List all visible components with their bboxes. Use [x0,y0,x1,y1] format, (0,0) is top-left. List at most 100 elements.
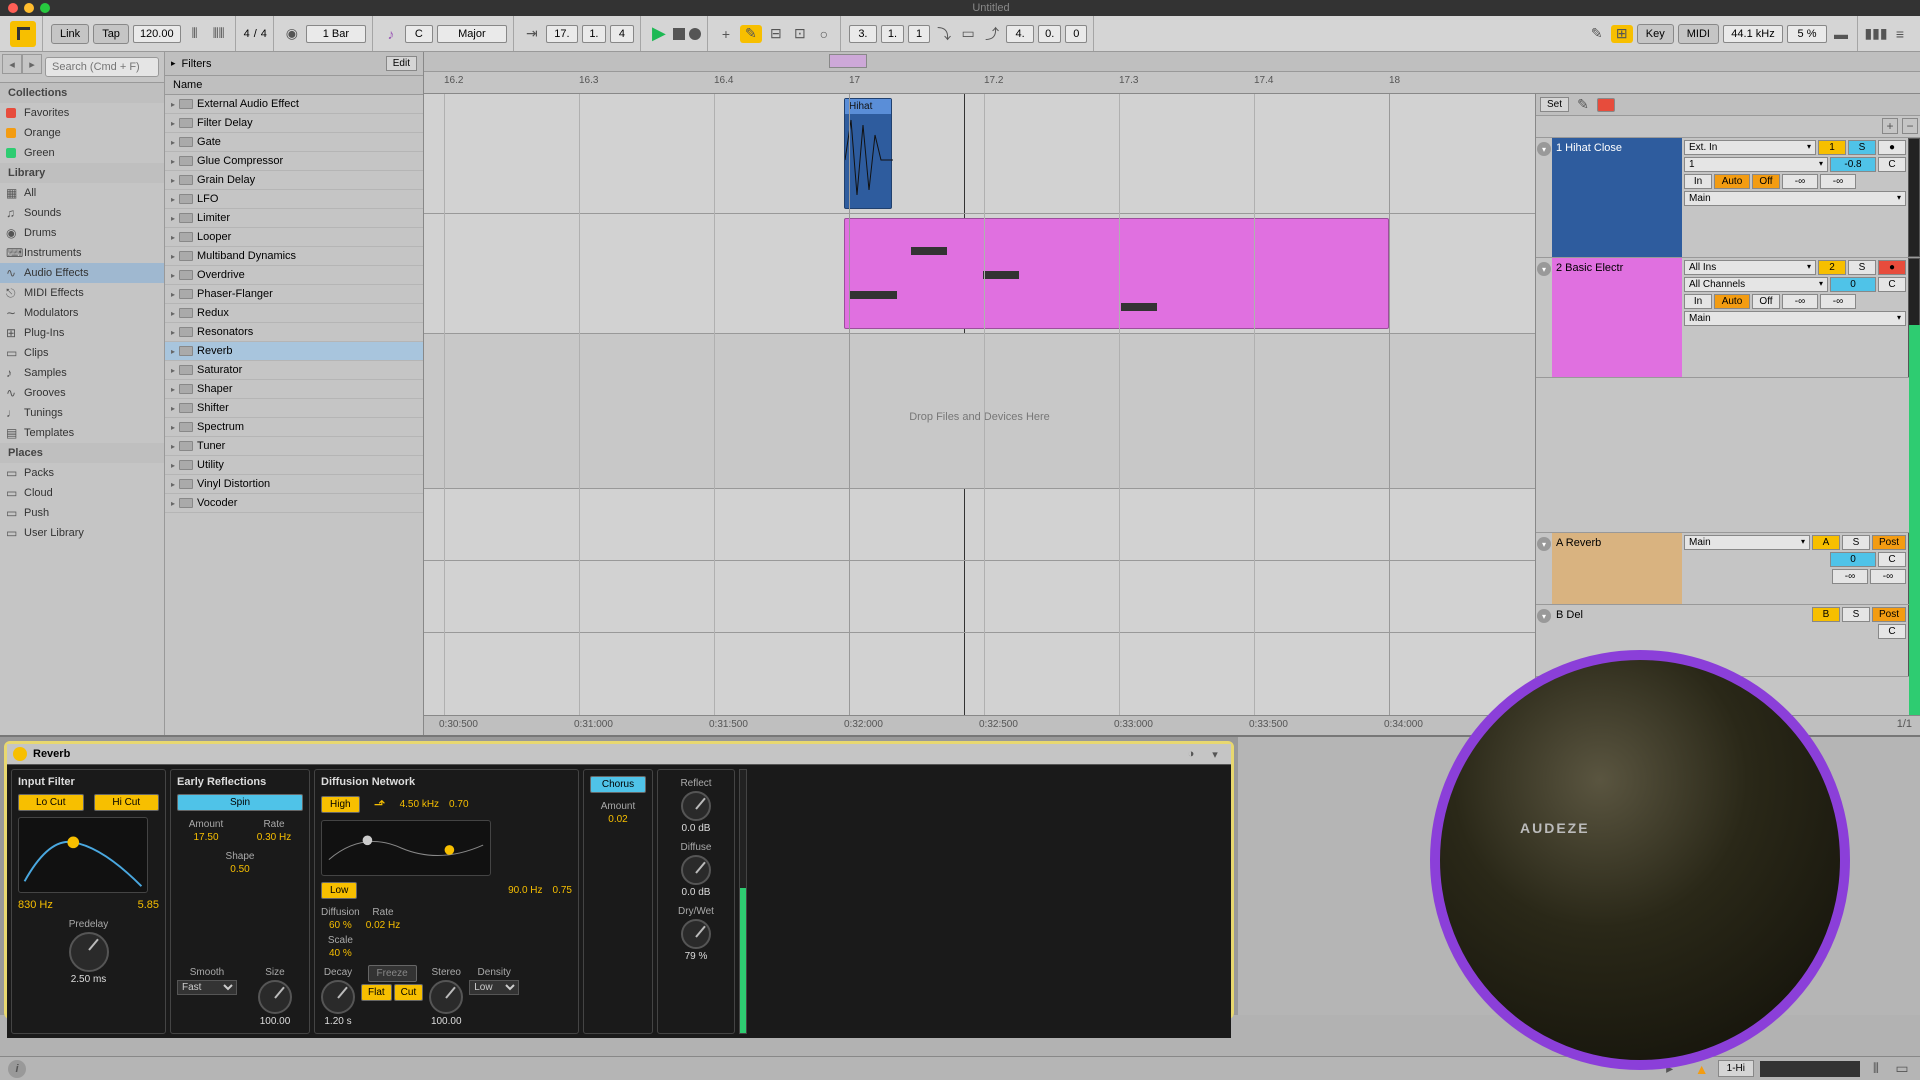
low-gain[interactable]: 0.75 [553,885,572,896]
smooth-select[interactable]: Fast [177,980,237,995]
overdub-icon[interactable]: + [716,24,736,44]
device-gate[interactable]: ▸Gate [165,133,423,152]
vol-value[interactable]: 0 [1830,277,1876,292]
drop-zone[interactable]: Drop Files and Devices Here [424,334,1535,489]
size-knob[interactable] [258,980,292,1014]
send-b[interactable]: -∞ [1820,174,1856,189]
monitor-auto[interactable]: Auto [1714,174,1750,189]
sample-rate[interactable]: 44.1 kHz [1723,25,1783,43]
pan-c[interactable]: C [1878,624,1906,639]
device-multiband-dynamics[interactable]: ▸Multiband Dynamics [165,247,423,266]
pencil-icon[interactable]: ✎ [1587,24,1607,44]
device-filter-delay[interactable]: ▸Filter Delay [165,114,423,133]
loop-start-bar[interactable]: 3. [849,25,877,43]
library-item-clips[interactable]: ▭Clips [0,343,164,363]
collection-favorites[interactable]: Favorites [0,103,164,123]
vol-value[interactable]: -0.8 [1830,157,1876,172]
session-rec-icon[interactable]: ⊡ [790,24,810,44]
er-amount-value[interactable]: 17.50 [193,832,218,843]
browser-fwd-icon[interactable]: ▸ [22,54,42,74]
track-header-1[interactable]: ▾ 1 Hihat Close Ext. In1S● 1-0.8C InAuto… [1536,138,1920,258]
save-preset-icon[interactable]: ▾ [1205,744,1225,764]
track-letter[interactable]: B [1812,607,1840,622]
device-grain-delay[interactable]: ▸Grain Delay [165,171,423,190]
return-header-a[interactable]: ▾ A Reverb MainASPost 0C -∞-∞ [1536,533,1920,605]
post-button[interactable]: Post [1872,535,1906,550]
midi-clip-bass[interactable] [844,218,1389,329]
loop-region[interactable] [829,54,867,68]
loop-icon[interactable]: ○ [814,24,834,44]
input-channel[interactable]: All Channels [1684,277,1828,292]
device-tuner[interactable]: ▸Tuner [165,437,423,456]
filter-graph[interactable] [18,817,148,893]
place-item-packs[interactable]: ▭Packs [0,463,164,483]
clip-overview[interactable] [1760,1061,1860,1077]
high-shelf-toggle[interactable]: High [321,796,360,813]
chorus-toggle[interactable]: Chorus [590,776,646,793]
shape-value[interactable]: 0.50 [230,864,249,875]
monitor-auto[interactable]: Auto [1714,294,1750,309]
follow-icon[interactable]: ⇥ [522,24,542,44]
solo-button[interactable]: S [1848,260,1876,275]
stereo-knob[interactable] [429,980,463,1014]
density-select[interactable]: Low [469,980,519,995]
arrange-view-icon[interactable]: ≡ [1890,24,1910,44]
device-phaser-flanger[interactable]: ▸Phaser-Flanger [165,285,423,304]
session-view-icon[interactable]: ▮▮▮ [1866,24,1886,44]
device-shaper[interactable]: ▸Shaper [165,380,423,399]
tap-button[interactable]: Tap [93,24,129,44]
send-a[interactable]: -∞ [1782,294,1818,309]
drywet-knob[interactable] [681,919,711,949]
pan-c[interactable]: C [1878,277,1906,292]
global-rec-button[interactable] [1597,98,1615,112]
er-rate-value[interactable]: 0.30 Hz [257,832,291,843]
pan-c[interactable]: C [1878,157,1906,172]
decay-knob[interactable] [321,980,355,1014]
track-name[interactable]: A Reverb [1556,537,1678,549]
library-item-plug-ins[interactable]: ⊞Plug-Ins [0,323,164,343]
fold-button[interactable]: ▾ [1537,262,1551,276]
name-column-header[interactable]: Name [165,76,423,95]
tempo-field[interactable]: 120.00 [133,25,181,43]
fold-button[interactable]: ▾ [1537,537,1551,551]
library-item-sounds[interactable]: ♫Sounds [0,203,164,223]
high-gain[interactable]: 0.70 [449,799,468,810]
spin-toggle[interactable]: Spin [177,794,303,811]
device-utility[interactable]: ▸Utility [165,456,423,475]
device-glue-compressor[interactable]: ▸Glue Compressor [165,152,423,171]
send-a[interactable]: -∞ [1832,569,1868,584]
library-item-templates[interactable]: ▤Templates [0,423,164,443]
draw-mode-icon[interactable]: ⊞ [1611,25,1633,43]
track-letter[interactable]: A [1812,535,1840,550]
size-value[interactable]: 100.00 [260,1016,291,1027]
return-track-a[interactable] [424,489,1535,561]
diffuse-knob[interactable] [681,855,711,885]
metronome-toggle[interactable]: ◉ [282,24,302,44]
punch-out-icon[interactable]: ⤴ [982,24,1002,44]
nudge-down-icon[interactable]: ⫴⫴ [209,24,229,44]
detail-view-icon[interactable]: ▭ [1892,1059,1912,1079]
loop-len-six[interactable]: 0 [1065,25,1087,43]
zoom-display[interactable]: 1/1 [1897,718,1912,730]
pos-beat[interactable]: 1. [582,25,606,43]
quantize-select[interactable]: 1 Bar [306,25,366,43]
loop-switch-icon[interactable]: ▭ [958,24,978,44]
device-resonators[interactable]: ▸Resonators [165,323,423,342]
track-name[interactable]: B Del [1556,609,1678,621]
scale-icon[interactable]: ♪ [381,24,401,44]
device-vinyl-distortion[interactable]: ▸Vinyl Distortion [165,475,423,494]
monitor-off[interactable]: Off [1752,174,1780,189]
output-routing[interactable]: Main [1684,311,1906,326]
cut-toggle[interactable]: Cut [394,984,424,1001]
solo-button[interactable]: S [1848,140,1876,155]
set-button[interactable]: Set [1540,97,1569,112]
pos-sixteenth[interactable]: 4 [610,25,634,43]
plus-icon[interactable]: + [1882,118,1898,134]
predelay-value[interactable]: 2.50 ms [71,974,107,985]
track-activator[interactable]: 1 [1818,140,1846,155]
return-track-b[interactable] [424,561,1535,633]
track-name[interactable]: 1 Hihat Close [1556,142,1678,154]
filter-width[interactable]: 5.85 [138,899,159,911]
filters-edit-button[interactable]: Edit [386,56,417,71]
output-routing[interactable]: Main [1684,535,1810,550]
